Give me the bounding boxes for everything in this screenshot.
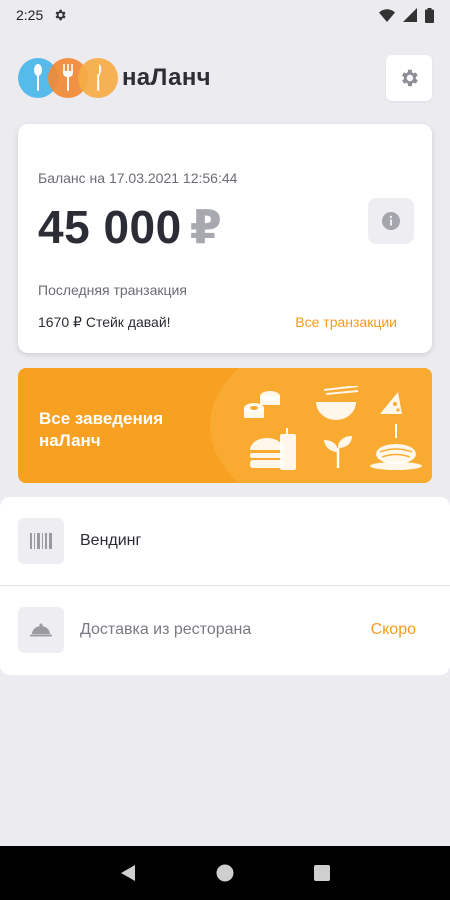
battery-icon [425, 7, 434, 23]
info-icon [382, 212, 400, 230]
balance-card: Баланс на 17.03.2021 12:56:44 45 000 ₽ По… [18, 124, 432, 353]
brand-name: наЛанч [122, 64, 211, 91]
cloche-icon-box [18, 607, 64, 653]
all-restaurants-banner[interactable]: Все заведения наЛанч [18, 368, 432, 483]
sushi-icon [244, 391, 280, 418]
pasta-plate-icon [370, 424, 422, 470]
all-transactions-link[interactable]: Все транзакции [295, 314, 397, 330]
back-icon[interactable] [119, 863, 137, 883]
last-transaction-value: 1670 ₽ Стейк давай! [38, 314, 171, 330]
gear-icon [402, 69, 418, 87]
logo-mark-icon [18, 58, 118, 98]
settings-button[interactable] [386, 55, 432, 101]
cloche-icon [30, 623, 52, 637]
vending-label: Вендинг [80, 532, 142, 549]
info-button[interactable] [368, 198, 414, 244]
gear-small-icon [55, 9, 66, 21]
barcode-icon-box [18, 518, 64, 564]
pizza-slice-icon [380, 392, 402, 414]
signal-icon [403, 8, 417, 22]
restaurant-delivery-option[interactable]: Доставка из ресторана Скоро [0, 586, 450, 674]
barcode-icon [30, 533, 52, 549]
currency-symbol: ₽ [189, 201, 223, 253]
banner-title: Все заведения наЛанч [39, 409, 164, 450]
balance-date: Баланс на 17.03.2021 12:56:44 [38, 170, 238, 186]
status-bar: 2:25 [0, 0, 450, 30]
status-time: 2:25 [16, 7, 44, 23]
burger-drink-icon [250, 428, 296, 470]
recents-icon[interactable] [313, 864, 331, 882]
leaf-icon [324, 436, 352, 468]
balance-amount: 45 000 ₽ [38, 200, 222, 254]
home-icon[interactable] [215, 863, 235, 883]
noodle-bowl-icon [316, 386, 359, 420]
coming-soon-badge: Скоро [370, 621, 416, 638]
app-logo: наЛанч [18, 58, 211, 98]
app-header: наЛанч [18, 55, 432, 101]
balance-value: 45 000 [38, 201, 182, 253]
vending-option[interactable]: Вендинг [0, 497, 450, 585]
restaurant-delivery-label: Доставка из ресторана [80, 621, 252, 638]
last-transaction-label: Последняя транзакция [38, 282, 187, 298]
wifi-icon [379, 9, 395, 22]
service-options: Вендинг Доставка из ресторана Скоро [0, 497, 450, 675]
system-nav-bar [0, 846, 450, 900]
